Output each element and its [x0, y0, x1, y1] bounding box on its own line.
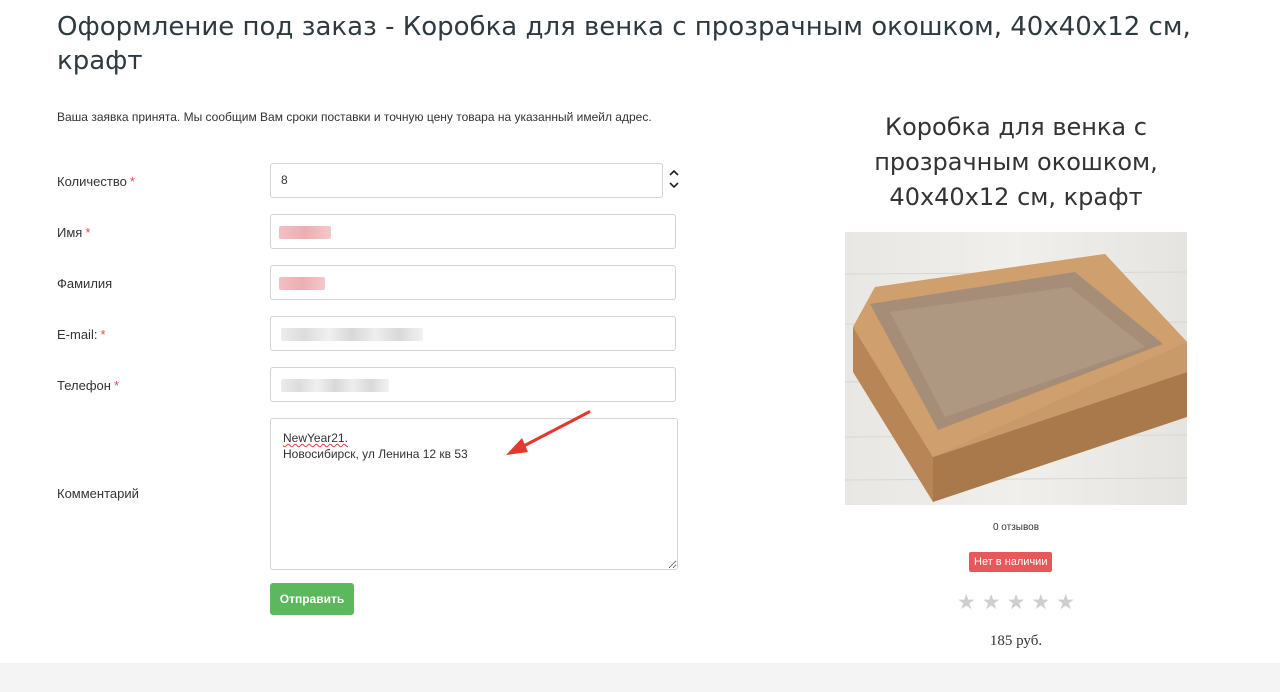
redacted-value: [279, 277, 325, 290]
quantity-label: Количество *: [57, 174, 135, 189]
last-name-label-text: Фамилия: [57, 276, 113, 291]
phone-field[interactable]: [270, 367, 676, 402]
quantity-value: 8: [281, 173, 288, 187]
quantity-label-text: Количество: [57, 174, 127, 189]
first-name-label-text: Имя: [57, 225, 83, 240]
last-name-field[interactable]: [270, 265, 676, 300]
product-price: 185 руб.: [989, 633, 1043, 649]
email-field[interactable]: [270, 316, 676, 351]
first-name-label: Имя *: [57, 225, 90, 240]
reviews-count[interactable]: 0 отзывов: [845, 522, 1187, 533]
phone-label-text: Телефон: [57, 378, 111, 393]
out-of-stock-badge: Нет в наличии: [969, 552, 1053, 572]
phone-label: Телефон *: [57, 378, 119, 393]
required-mark: *: [129, 174, 135, 189]
quantity-input[interactable]: 8: [270, 163, 663, 198]
first-name-field[interactable]: [270, 214, 676, 249]
product-title: Коробка для венка с прозрачным окошком, …: [874, 113, 1158, 211]
chevron-up-icon[interactable]: [664, 166, 684, 179]
comment-label: Комментарий: [57, 486, 139, 501]
required-mark: *: [85, 225, 91, 240]
redacted-value: [281, 379, 389, 392]
annotation-arrow-icon: [506, 410, 591, 455]
page-title: Оформление под заказ - Коробка для венка…: [57, 12, 1191, 76]
last-name-label: Фамилия: [57, 276, 112, 291]
redacted-value: [279, 226, 331, 239]
product-image[interactable]: [845, 232, 1187, 505]
required-mark: *: [113, 378, 119, 393]
page-footer: [0, 663, 1280, 692]
email-label: E-mail: *: [57, 327, 106, 342]
email-label-text: E-mail:: [57, 327, 98, 342]
comment-label-text: Комментарий: [57, 486, 139, 501]
chevron-down-icon[interactable]: [664, 179, 684, 192]
rating-stars[interactable]: ★★★★★: [845, 590, 1187, 614]
order-accepted-notice: Ваша заявка принята. Мы сообщим Вам срок…: [57, 110, 652, 124]
quantity-stepper[interactable]: [664, 166, 684, 196]
required-mark: *: [100, 327, 106, 342]
submit-button[interactable]: Отправить: [270, 583, 354, 615]
redacted-value: [281, 328, 423, 341]
comment-textarea[interactable]: [270, 418, 678, 570]
